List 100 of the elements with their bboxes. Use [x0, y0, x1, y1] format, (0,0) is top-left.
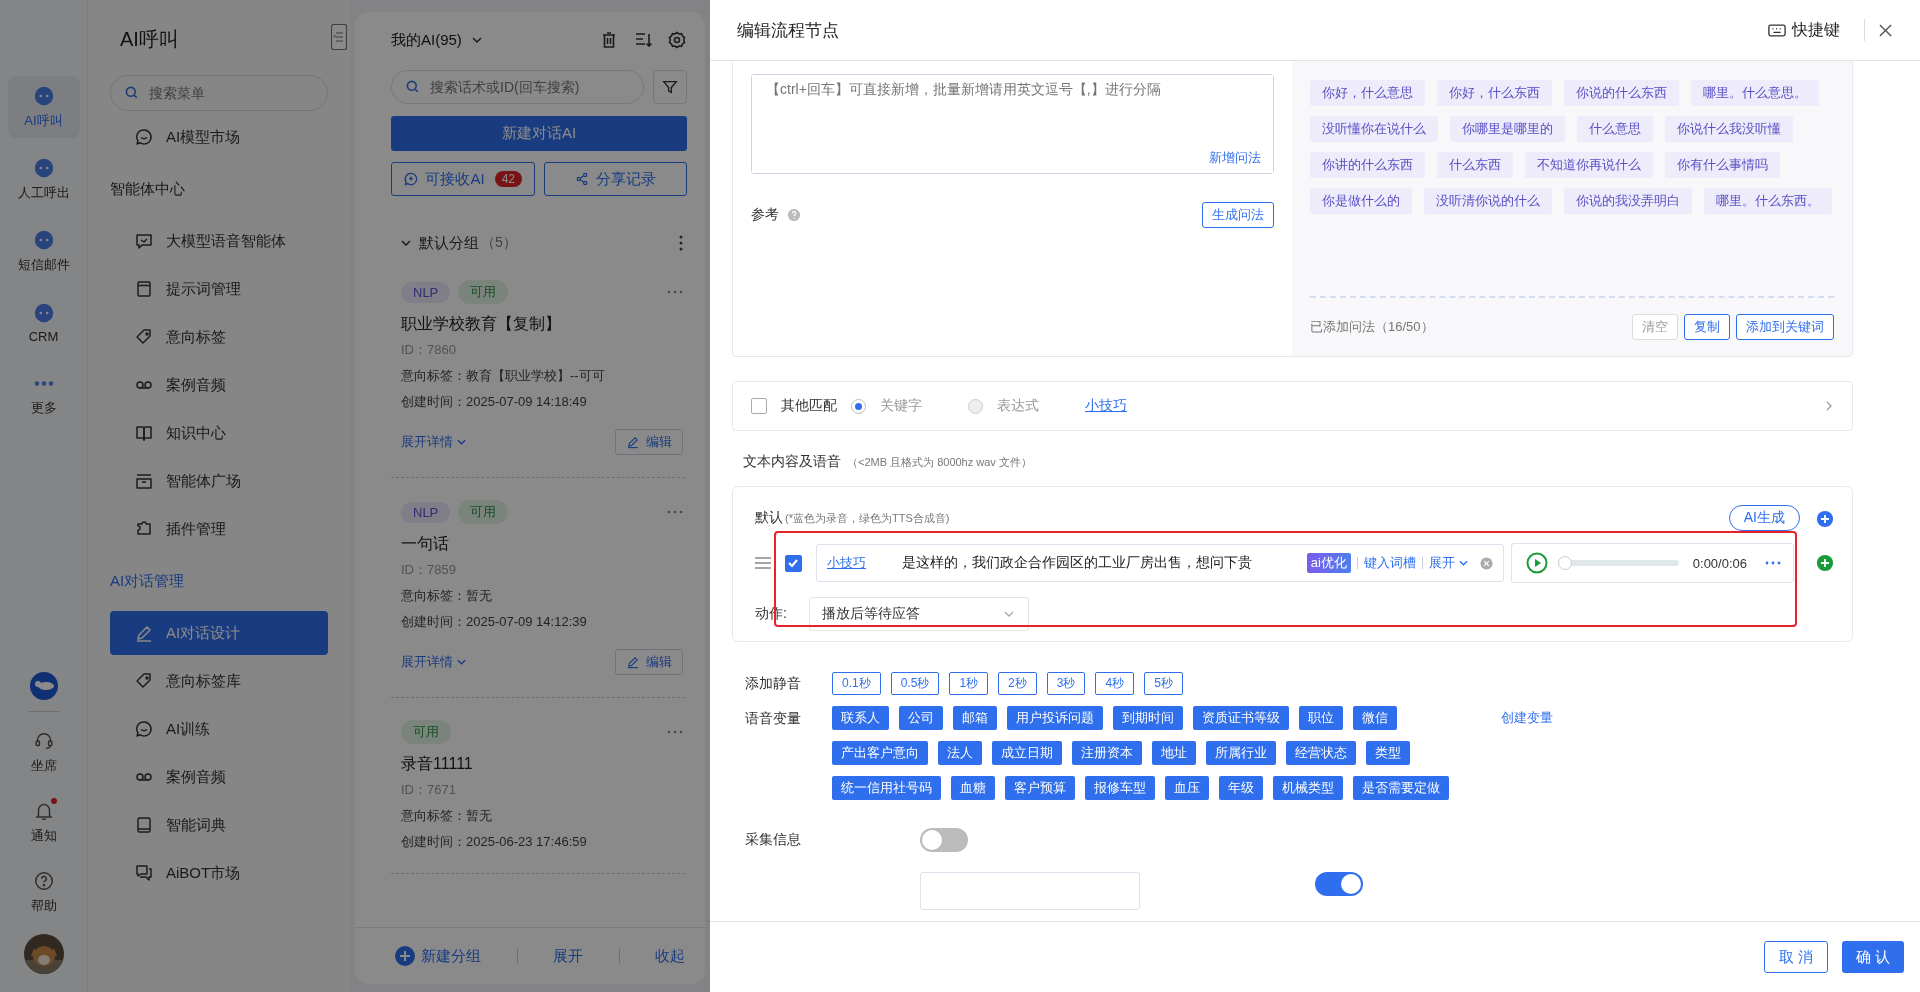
collapse-all-button[interactable]: 收起: [655, 946, 685, 966]
insert-slot-link[interactable]: 键入词槽: [1363, 554, 1416, 572]
menu-item[interactable]: 智能体广场: [110, 459, 328, 503]
generate-button[interactable]: 生成问法: [1202, 202, 1274, 228]
variable-chip[interactable]: 所属行业: [1206, 741, 1276, 765]
menu-item[interactable]: AI训练: [110, 707, 328, 751]
ai-name[interactable]: 一句话: [401, 534, 683, 555]
silence-chip[interactable]: 1秒: [949, 672, 989, 695]
variable-chip[interactable]: 邮箱: [953, 706, 997, 730]
edit-button[interactable]: 编辑: [615, 649, 683, 675]
cancel-button[interactable]: 取 消: [1764, 941, 1828, 973]
phrase-tag[interactable]: 你是做什么的: [1310, 188, 1412, 214]
search-field[interactable]: 搜索菜单: [110, 75, 328, 111]
progress-thumb[interactable]: [1557, 556, 1572, 570]
variable-chip[interactable]: 经营状态: [1286, 741, 1356, 765]
variable-chip[interactable]: 用户投诉问题: [1007, 706, 1103, 730]
rail-item[interactable]: 坐席: [7, 724, 80, 780]
variable-chip[interactable]: 血压: [1165, 776, 1209, 800]
more-icon[interactable]: [679, 235, 683, 251]
variable-chip[interactable]: 报修车型: [1085, 776, 1155, 800]
silence-chip[interactable]: 0.5秒: [890, 672, 940, 695]
filter-button[interactable]: [653, 70, 687, 104]
menu-item[interactable]: 智能词典: [110, 803, 328, 847]
menu-item[interactable]: 知识中心: [110, 411, 328, 455]
silence-chip[interactable]: 2秒: [998, 672, 1037, 695]
radio-button[interactable]: [851, 398, 866, 414]
variable-chip[interactable]: 血糖: [951, 776, 995, 800]
variable-chip[interactable]: 职位: [1299, 706, 1343, 730]
action-select[interactable]: 播放后等待应答: [808, 597, 1029, 631]
variable-chip[interactable]: 联系人: [832, 706, 889, 730]
silence-chip[interactable]: 3秒: [1046, 672, 1086, 695]
expand-link[interactable]: 展开详情: [401, 653, 466, 671]
receive-button[interactable]: 可接收AI 42: [391, 162, 535, 196]
checkbox[interactable]: [784, 554, 802, 572]
share-button[interactable]: 分享记录: [543, 162, 687, 196]
rail-item[interactable]: CRM: [7, 292, 80, 354]
phrase-tag[interactable]: 你说什么我没听懂: [1665, 116, 1793, 142]
phrase-action-button[interactable]: 添加到关键词: [1736, 314, 1834, 340]
radio-button[interactable]: [968, 398, 983, 414]
play-icon[interactable]: [1525, 552, 1548, 574]
checkbox[interactable]: [751, 398, 767, 414]
phrase-tag[interactable]: 你哪里是哪里的: [1450, 116, 1565, 142]
variable-chip[interactable]: 法人: [938, 741, 982, 765]
rail-item[interactable]: AI呼叫: [7, 76, 80, 138]
phrase-tag[interactable]: 没听懂你在说什么: [1310, 116, 1438, 142]
variable-chip[interactable]: 年级: [1219, 776, 1263, 800]
tips-link[interactable]: 小技巧: [1085, 397, 1127, 415]
expand-link[interactable]: 展开: [1428, 554, 1468, 572]
phrase-tag[interactable]: 不知道你再说什么: [1525, 152, 1653, 178]
collapse-icon[interactable]: [331, 24, 347, 50]
phrase-tag[interactable]: 没听清你说的什么: [1424, 188, 1552, 214]
menu-item[interactable]: 插件管理: [110, 507, 328, 551]
menu-item[interactable]: 意向标签库: [110, 659, 328, 703]
expand-all-button[interactable]: 展开: [553, 946, 583, 966]
new-group-button[interactable]: 新建分组: [395, 946, 481, 966]
menu-item[interactable]: 案例音频: [110, 363, 328, 407]
menu-item[interactable]: 案例音频: [110, 755, 328, 799]
phrase-tag[interactable]: 哪里。什么东西。: [1704, 188, 1832, 214]
caret-icon[interactable]: [401, 240, 411, 246]
menu-item[interactable]: AI模型市场: [110, 115, 328, 159]
variable-chip[interactable]: 产出客户意向: [832, 741, 928, 765]
phrase-tag[interactable]: 哪里。什么意思。: [1691, 80, 1819, 106]
menu-item[interactable]: 大模型语音智能体: [110, 219, 328, 263]
menu-item[interactable]: 意向标签: [110, 315, 328, 359]
variable-chip[interactable]: 资质证书等级: [1193, 706, 1289, 730]
input-field[interactable]: [920, 872, 1140, 910]
settings-icon[interactable]: [667, 30, 687, 50]
close-icon[interactable]: [1879, 23, 1892, 37]
ai-name[interactable]: 录音11111: [401, 754, 683, 775]
phrase-action-button[interactable]: 复制: [1684, 314, 1730, 340]
variable-chip[interactable]: 公司: [899, 706, 943, 730]
edit-button[interactable]: 编辑: [615, 429, 683, 455]
rail-item[interactable]: 通知: [7, 794, 80, 850]
variable-chip[interactable]: 统一信用社号码: [832, 776, 941, 800]
phrase-tag[interactable]: 什么意思: [1577, 116, 1653, 142]
chevron-icon[interactable]: [1826, 401, 1832, 411]
variable-chip[interactable]: 客户预算: [1005, 776, 1075, 800]
speech-text[interactable]: 是这样的，我们政企合作园区的工业厂房出售，想问下贵: [901, 554, 1301, 572]
ai-optimize-button[interactable]: ai优化: [1306, 553, 1351, 573]
expand-link[interactable]: 展开详情: [401, 433, 466, 451]
variable-chip[interactable]: 微信: [1353, 706, 1397, 730]
add-question-link[interactable]: 新增问法: [1209, 149, 1261, 167]
menu-item[interactable]: AI对话设计: [110, 611, 328, 655]
radio-option[interactable]: 表达式: [968, 397, 1039, 415]
variable-chip[interactable]: 地址: [1152, 741, 1196, 765]
phrase-tag[interactable]: 你好，什么东西: [1437, 80, 1552, 106]
phrase-tag[interactable]: 你讲的什么东西: [1310, 152, 1425, 178]
rail-item[interactable]: 帮助: [7, 864, 80, 920]
shortcut-button[interactable]: 快捷键: [1762, 18, 1846, 42]
new-ai-button[interactable]: 新建对话AI: [391, 116, 687, 151]
tips-link[interactable]: 小技巧: [826, 554, 866, 572]
silence-chip[interactable]: 4秒: [1095, 672, 1135, 695]
add-icon[interactable]: [1816, 554, 1834, 572]
toggle-switch[interactable]: [920, 828, 968, 852]
group-name[interactable]: 默认分组: [419, 233, 479, 253]
rail-item[interactable]: 更多: [7, 364, 80, 426]
phrase-tag[interactable]: 什么东西: [1437, 152, 1513, 178]
radio-option[interactable]: 关键字: [851, 397, 922, 415]
variable-chip[interactable]: 是否需要定做: [1353, 776, 1449, 800]
variable-chip[interactable]: 类型: [1366, 741, 1410, 765]
